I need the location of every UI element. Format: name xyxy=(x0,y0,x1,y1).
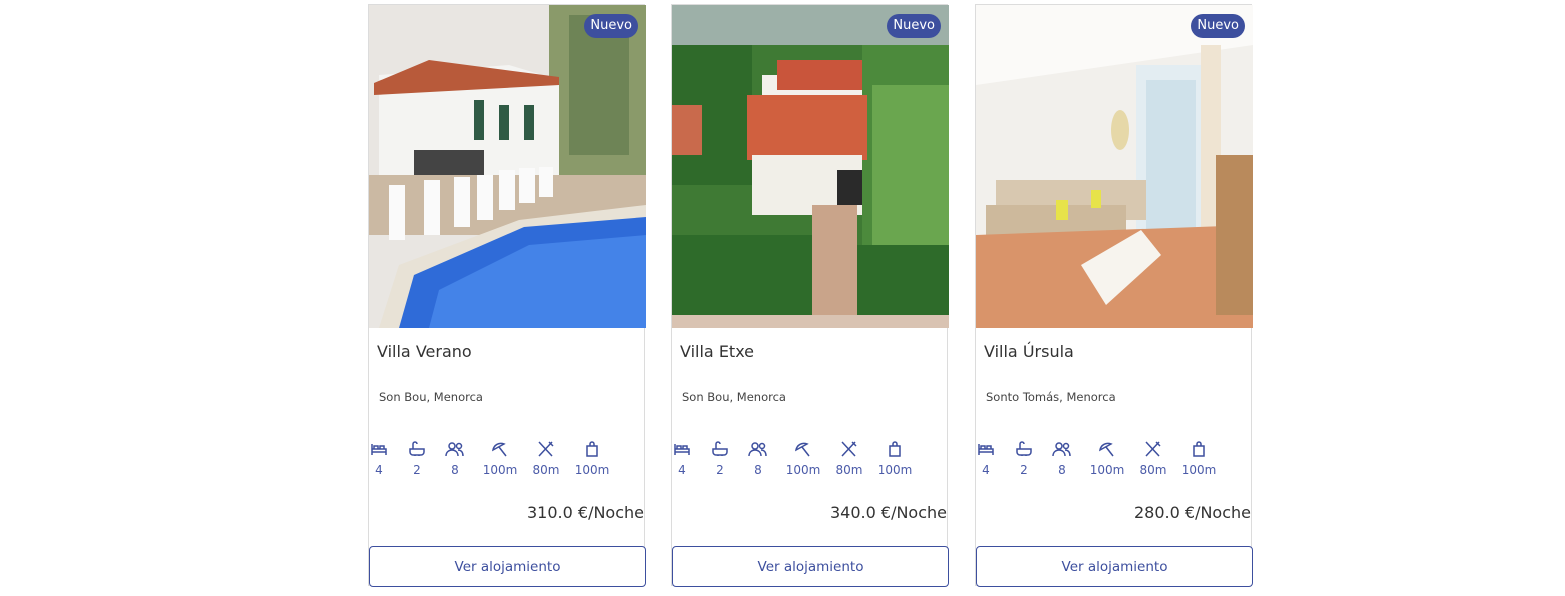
amenity-bedrooms: 4 xyxy=(359,441,399,477)
listing-title[interactable]: Villa Etxe xyxy=(680,342,754,361)
new-badge: Nuevo xyxy=(584,14,638,38)
amenity-restaurant: 80m xyxy=(829,441,869,477)
listing-location: Son Bou, Menorca xyxy=(379,390,483,404)
listing-card[interactable]: Nuevo Villa Verano Son Bou, Menorca 4 2 … xyxy=(368,4,646,587)
restaurant-icon xyxy=(841,441,857,457)
listing-photo-villa-etxe[interactable]: Nuevo xyxy=(672,5,949,328)
amenities-row: 4 2 8 100m 80m 100m xyxy=(672,441,949,485)
amenities-row: 4 2 8 100m 80m 100m xyxy=(369,441,646,485)
amenity-beach: 100m xyxy=(783,441,823,477)
bed-icon xyxy=(371,444,387,455)
amenity-restaurant: 80m xyxy=(1133,441,1173,477)
bathtub-icon xyxy=(1016,441,1032,456)
bed-icon xyxy=(674,444,690,455)
restaurant-icon xyxy=(1145,441,1161,457)
listing-price: 280.0 €/Noche xyxy=(1134,503,1251,522)
amenity-shop: 100m xyxy=(572,441,612,477)
view-listing-button[interactable]: Ver alojamiento xyxy=(976,546,1253,587)
beach-umbrella-icon xyxy=(794,442,810,457)
amenity-guests: 8 xyxy=(1042,441,1082,477)
view-listing-button[interactable]: Ver alojamiento xyxy=(672,546,949,587)
amenity-shop: 100m xyxy=(1179,441,1219,477)
amenity-bathrooms: 2 xyxy=(397,441,437,477)
amenity-bathrooms: 2 xyxy=(1004,441,1044,477)
amenity-guests: 8 xyxy=(435,441,475,477)
guests-icon xyxy=(1052,442,1071,457)
listing-title[interactable]: Villa Úrsula xyxy=(984,342,1074,361)
bathtub-icon xyxy=(712,441,728,456)
new-badge: Nuevo xyxy=(887,14,941,38)
guests-icon xyxy=(445,442,464,457)
listing-photo-villa-verano[interactable]: Nuevo xyxy=(369,5,646,328)
listing-price: 310.0 €/Noche xyxy=(527,503,644,522)
amenity-restaurant: 80m xyxy=(526,441,566,477)
listing-title[interactable]: Villa Verano xyxy=(377,342,472,361)
amenity-beach: 100m xyxy=(480,441,520,477)
listing-location: Son Bou, Menorca xyxy=(682,390,786,404)
beach-umbrella-icon xyxy=(1098,442,1114,457)
shopping-bag-icon xyxy=(1193,441,1205,457)
amenity-shop: 100m xyxy=(875,441,915,477)
listing-photo-villa-ursula[interactable]: Nuevo xyxy=(976,5,1253,328)
shopping-bag-icon xyxy=(586,441,598,457)
amenity-bedrooms: 4 xyxy=(662,441,702,477)
amenity-bedrooms: 4 xyxy=(966,441,1006,477)
restaurant-icon xyxy=(538,441,554,457)
new-badge: Nuevo xyxy=(1191,14,1245,38)
amenities-row: 4 2 8 100m 80m 100m xyxy=(976,441,1253,485)
listing-card[interactable]: Nuevo Villa Úrsula Sonto Tomás, Menorca … xyxy=(975,4,1253,587)
view-listing-button[interactable]: Ver alojamiento xyxy=(369,546,646,587)
amenity-beach: 100m xyxy=(1087,441,1127,477)
bathtub-icon xyxy=(409,441,425,456)
amenity-guests: 8 xyxy=(738,441,778,477)
shopping-bag-icon xyxy=(889,441,901,457)
listing-location: Sonto Tomás, Menorca xyxy=(986,390,1116,404)
listing-card[interactable]: Nuevo Villa Etxe Son Bou, Menorca 4 2 8 … xyxy=(671,4,949,587)
amenity-bathrooms: 2 xyxy=(700,441,740,477)
bed-icon xyxy=(978,444,994,455)
guests-icon xyxy=(748,442,767,457)
beach-umbrella-icon xyxy=(491,442,507,457)
listing-price: 340.0 €/Noche xyxy=(830,503,947,522)
